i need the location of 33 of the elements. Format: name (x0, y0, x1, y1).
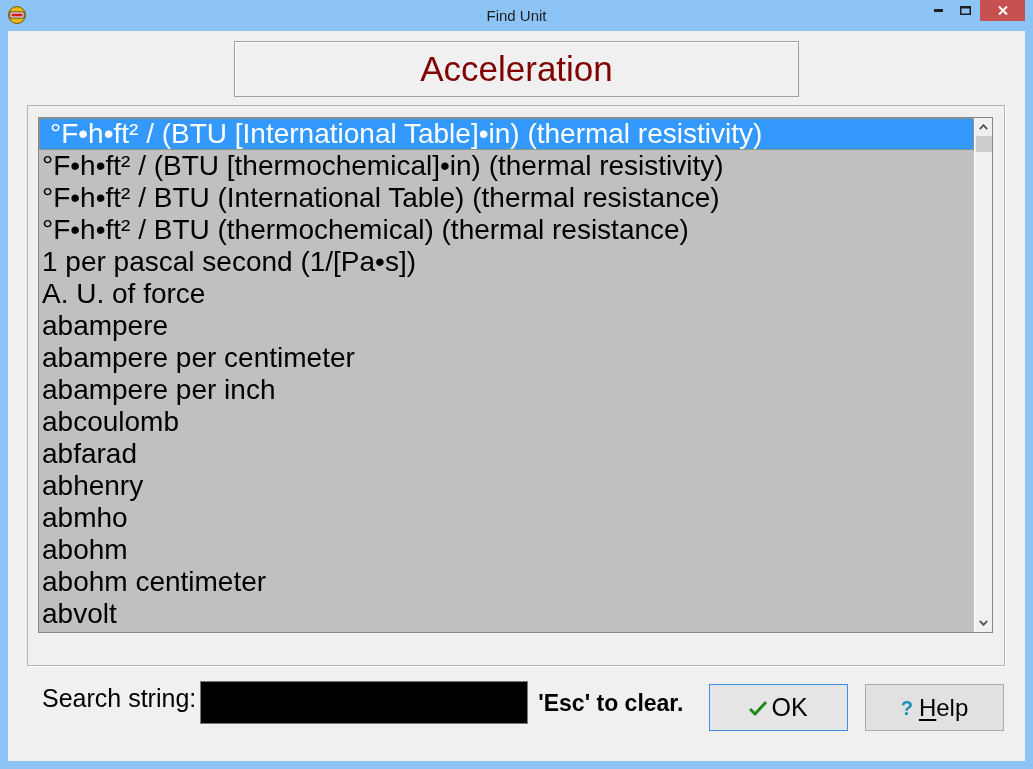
unit-list-item[interactable]: abhenry (39, 470, 974, 502)
clear-hint: 'Esc' to clear. (538, 689, 684, 717)
unit-list-item[interactable]: A. U. of force (39, 278, 974, 310)
scrollbar-thumb[interactable] (975, 136, 992, 152)
chevron-up-icon[interactable] (979, 124, 988, 130)
help-icon: ? (900, 697, 913, 718)
unit-list-item[interactable]: abvolt (39, 598, 974, 630)
unit-list-item[interactable]: abampere per centimeter (39, 342, 974, 374)
unit-list-item[interactable]: abohm (39, 534, 974, 566)
unit-list-item[interactable]: abfarad (39, 438, 974, 470)
ok-button[interactable]: OK (709, 684, 848, 731)
search-field[interactable] (200, 681, 529, 724)
app-icon (8, 6, 26, 24)
unit-list-item[interactable]: °F•h•ft² / BTU (International Table) (thermal resistance) (39, 182, 974, 214)
minimize-icon (934, 8, 943, 12)
maximize-icon (960, 5, 971, 15)
help-button[interactable]: ? Help (865, 684, 1004, 731)
unit-list-item[interactable]: 1 per pascal second (1/[Pa•s]) (39, 246, 974, 278)
category-button[interactable]: Acceleration (234, 41, 799, 97)
unit-list-item[interactable]: °F•h•ft² / (BTU [thermochemical]•in) (thermal resistivity) (39, 150, 974, 182)
unit-list-item[interactable]: abohm centimeter (39, 566, 974, 598)
unit-list-item[interactable]: abampere (39, 310, 974, 342)
unit-list-item[interactable]: abcoulomb (39, 406, 974, 438)
unit-list-item[interactable]: abampere per inch (39, 374, 974, 406)
chevron-down-icon[interactable] (979, 620, 988, 626)
unit-list-item[interactable]: abmho (39, 502, 974, 534)
close-button[interactable] (980, 0, 1025, 21)
unit-list-item[interactable]: °F•h•ft² / BTU (thermochemical) (thermal resistance) (39, 214, 974, 246)
window-title: Find Unit (486, 6, 547, 26)
close-icon (997, 6, 1008, 15)
search-label: Search string: (42, 683, 197, 713)
checkmark-icon (749, 699, 768, 716)
scrollbar[interactable] (974, 118, 992, 632)
